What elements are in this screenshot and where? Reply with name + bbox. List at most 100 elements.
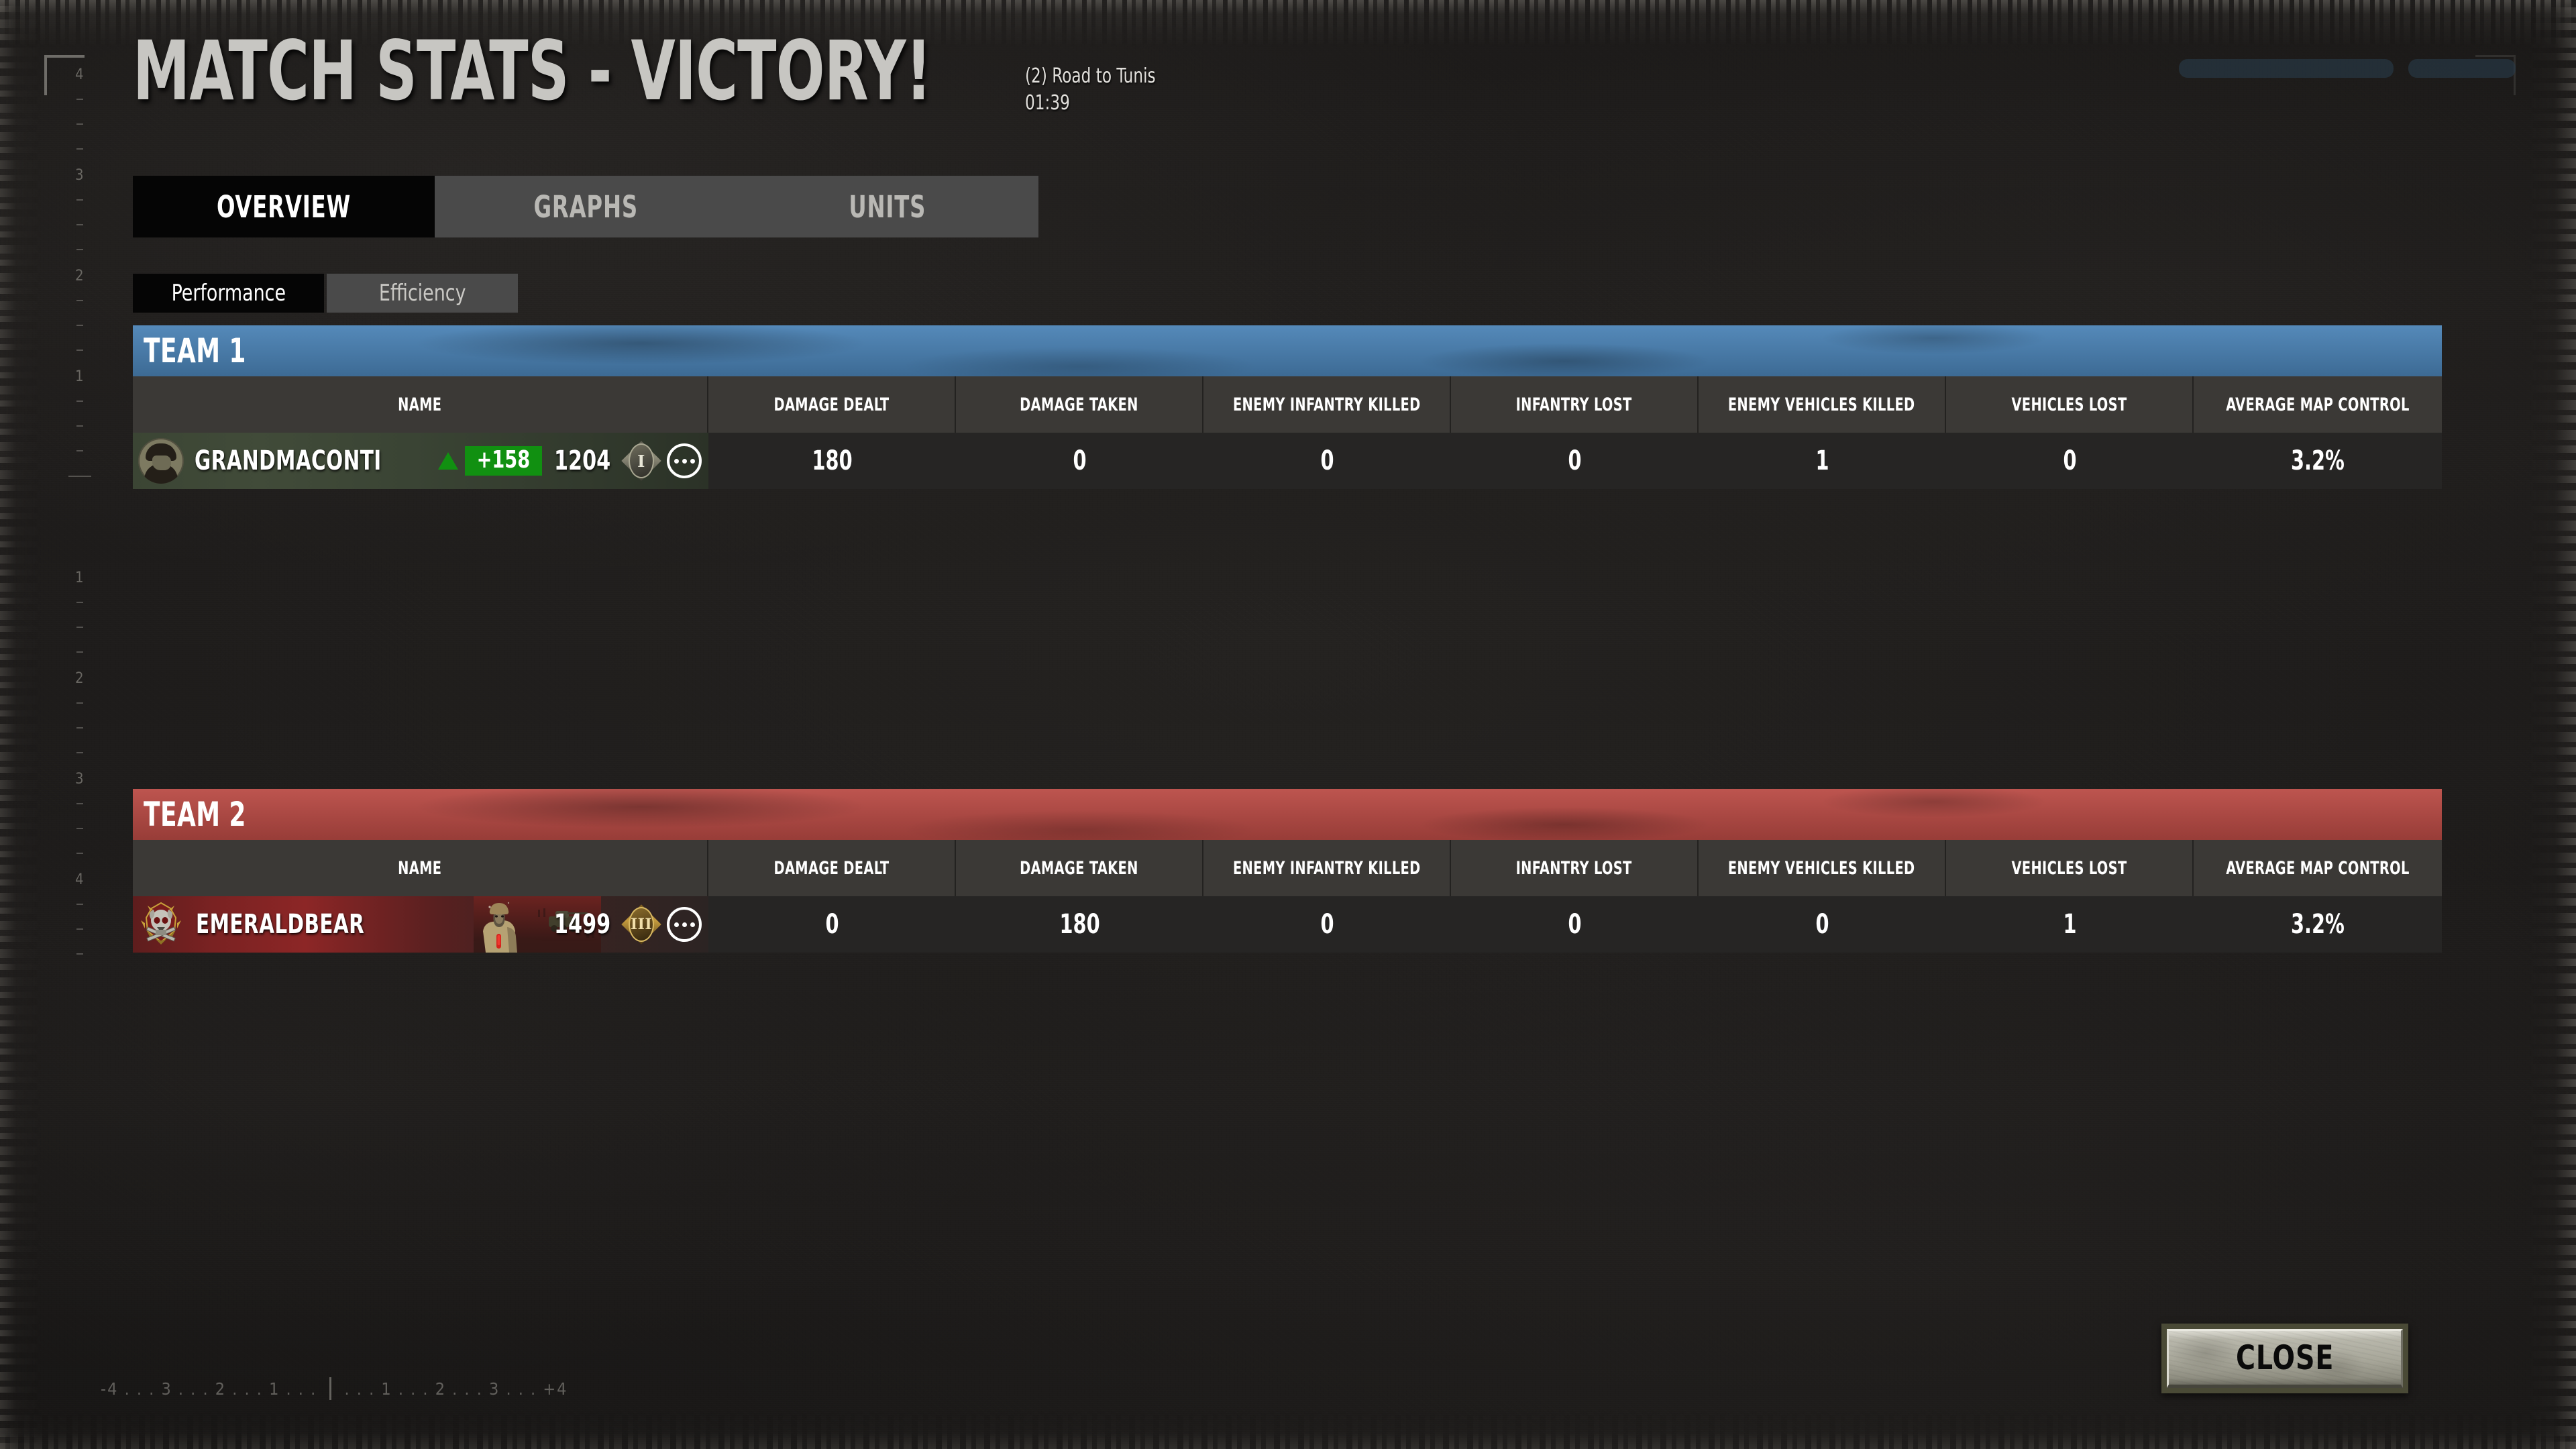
column-header-label: INFANTRY LOST (1515, 857, 1632, 879)
team-1-block: TEAM 1 NAME DAMAGE DEALT DAMAGE TAKEN ENEMY … (133, 325, 2442, 489)
column-header-label: VEHICLES LOST (2011, 394, 2127, 415)
ruler-vertical-center (64, 476, 105, 577)
ruler-h-dots: . . . (446, 1379, 489, 1399)
column-header-enemy-infantry-killed[interactable]: ENEMY INFANTRY KILLED (1203, 840, 1451, 896)
stat-value: 1 (2063, 909, 2077, 940)
stat-cell-average-map-control: 3.2% (2194, 433, 2441, 489)
corner-bracket-top-left (44, 55, 85, 95)
stat-value: 0 (825, 909, 839, 940)
ruler-tick (76, 904, 83, 905)
tab-units[interactable]: UNITS (737, 176, 1038, 237)
stat-cell-damage-taken: 0 (956, 433, 1203, 489)
frame-edge-left (0, 0, 40, 1449)
rank-badge: I (621, 439, 661, 482)
stat-value: 0 (1073, 445, 1087, 476)
ruler-vertical-unit: 2 (64, 268, 105, 376)
rank-badge: III (621, 903, 661, 946)
player-rating-group: 1499 III (549, 903, 708, 946)
ruler-h-label: 4 (557, 1379, 568, 1399)
column-header-name[interactable]: NAME (133, 840, 708, 896)
page-title-row: MATCH STATS - VICTORY! (2) Road to Tunis… (133, 23, 1177, 119)
ruler-h-dots: . . . (392, 1379, 435, 1399)
ruler-h-label: 1 (269, 1379, 280, 1399)
player-rating: 1499 (553, 909, 610, 940)
column-header-label: AVERAGE MAP CONTROL (2225, 857, 2410, 879)
player-more-options-button[interactable] (667, 907, 702, 942)
subtab-label: Efficiency (378, 280, 466, 307)
column-header-infantry-lost[interactable]: INFANTRY LOST (1451, 376, 1699, 433)
indicator-bar-primary (2179, 59, 2394, 78)
match-time: 01:39 (1024, 91, 1070, 115)
ruler-vertical-label: 3 (75, 771, 85, 788)
column-header-label: VEHICLES LOST (2011, 857, 2127, 879)
ruler-vertical-unit: 1 (64, 570, 105, 678)
column-header-label: DAMAGE DEALT (773, 857, 890, 879)
column-header-average-map-control[interactable]: AVERAGE MAP CONTROL (2194, 376, 2441, 433)
close-button[interactable]: CLOSE (2161, 1324, 2408, 1393)
column-header-name[interactable]: NAME (133, 376, 708, 433)
column-header-label: AVERAGE MAP CONTROL (2225, 394, 2410, 415)
map-name: (2) Road to Tunis (1024, 64, 1156, 88)
clan-emblem-icon (141, 902, 181, 945)
player-card[interactable]: EMERALDBEAR 1499 III (133, 896, 708, 953)
ruler-tick (76, 602, 83, 603)
column-header-enemy-vehicles-killed[interactable]: ENEMY VEHICLES KILLED (1699, 840, 1946, 896)
subtab-performance[interactable]: Performance (133, 274, 324, 313)
player-name: GRANDMACONTI (195, 445, 382, 476)
column-header-enemy-vehicles-killed[interactable]: ENEMY VEHICLES KILLED (1699, 376, 1946, 433)
column-header-damage-dealt[interactable]: DAMAGE DEALT (708, 376, 956, 433)
column-header-vehicles-lost[interactable]: VEHICLES LOST (1946, 376, 2194, 433)
ruler-h-dots: . . . (118, 1379, 162, 1399)
ruler-h-dots: . . . (500, 1379, 543, 1399)
team-header-bar: TEAM 2 (133, 789, 2442, 840)
frame-edge-right (2529, 0, 2576, 1449)
stat-cell-damage-taken: 180 (956, 896, 1203, 953)
column-header-label: DAMAGE TAKEN (1020, 857, 1138, 879)
ruler-tick (76, 853, 83, 854)
sub-tab-bar[interactable]: Performance Efficiency (133, 274, 518, 313)
column-header-label: DAMAGE TAKEN (1020, 394, 1138, 415)
ruler-sign-plus: + (543, 1379, 557, 1399)
column-header-average-map-control[interactable]: AVERAGE MAP CONTROL (2194, 840, 2441, 896)
ruler-tick (76, 123, 83, 125)
player-rating-group: +158 1204 I (438, 439, 708, 482)
ruler-h-dots: . . . (280, 1379, 323, 1399)
column-header-infantry-lost[interactable]: INFANTRY LOST (1451, 840, 1699, 896)
rating-delta-badge: +158 (465, 446, 542, 476)
subtab-label: Performance (171, 280, 286, 307)
stat-cell-damage-dealt: 0 (708, 896, 956, 953)
ruler-tick (76, 99, 83, 100)
column-header-enemy-infantry-killed[interactable]: ENEMY INFANTRY KILLED (1203, 376, 1451, 433)
ruler-vertical-unit: 2 (64, 670, 105, 778)
column-header-damage-dealt[interactable]: DAMAGE DEALT (708, 840, 956, 896)
ruler-vertical-label: 1 (75, 570, 85, 586)
subtab-efficiency[interactable]: Efficiency (327, 274, 518, 313)
ruler-vertical-label: 1 (75, 368, 85, 385)
ruler-vertical: 43211234 (64, 66, 105, 993)
column-header-vehicles-lost[interactable]: VEHICLES LOST (1946, 840, 2194, 896)
indicator-bar-secondary (2408, 59, 2516, 78)
player-name: EMERALDBEAR (196, 909, 365, 940)
stat-cell-infantry-lost: 0 (1451, 896, 1699, 953)
main-tab-bar[interactable]: OVERVIEW GRAPHS UNITS (133, 176, 1038, 237)
frame-edge-bottom (0, 1412, 2576, 1449)
stat-cell-enemy-infantry-killed: 0 (1203, 896, 1451, 953)
ruler-tick (76, 400, 83, 402)
column-header-damage-taken[interactable]: DAMAGE TAKEN (956, 376, 1203, 433)
player-card[interactable]: GRANDMACONTI +158 1204 I (133, 433, 708, 489)
team-bar-texture (133, 325, 2442, 376)
column-header-damage-taken[interactable]: DAMAGE TAKEN (956, 840, 1203, 896)
page-title: MATCH STATS - VICTORY! (133, 23, 932, 119)
ruler-tick (76, 224, 83, 225)
player-rating: 1204 (553, 445, 610, 476)
tab-overview[interactable]: OVERVIEW (133, 176, 435, 237)
stat-value: 3.2% (2290, 445, 2345, 476)
ruler-tick (76, 627, 83, 628)
ruler-h-dots: . . . (226, 1379, 270, 1399)
rank-level: I (637, 451, 645, 471)
player-more-options-button[interactable] (667, 443, 702, 478)
ruler-vertical-label: 2 (75, 268, 85, 284)
ruler-vertical-label: 3 (75, 167, 85, 184)
tab-graphs[interactable]: GRAPHS (435, 176, 737, 237)
column-header-label: ENEMY VEHICLES KILLED (1728, 394, 1915, 415)
